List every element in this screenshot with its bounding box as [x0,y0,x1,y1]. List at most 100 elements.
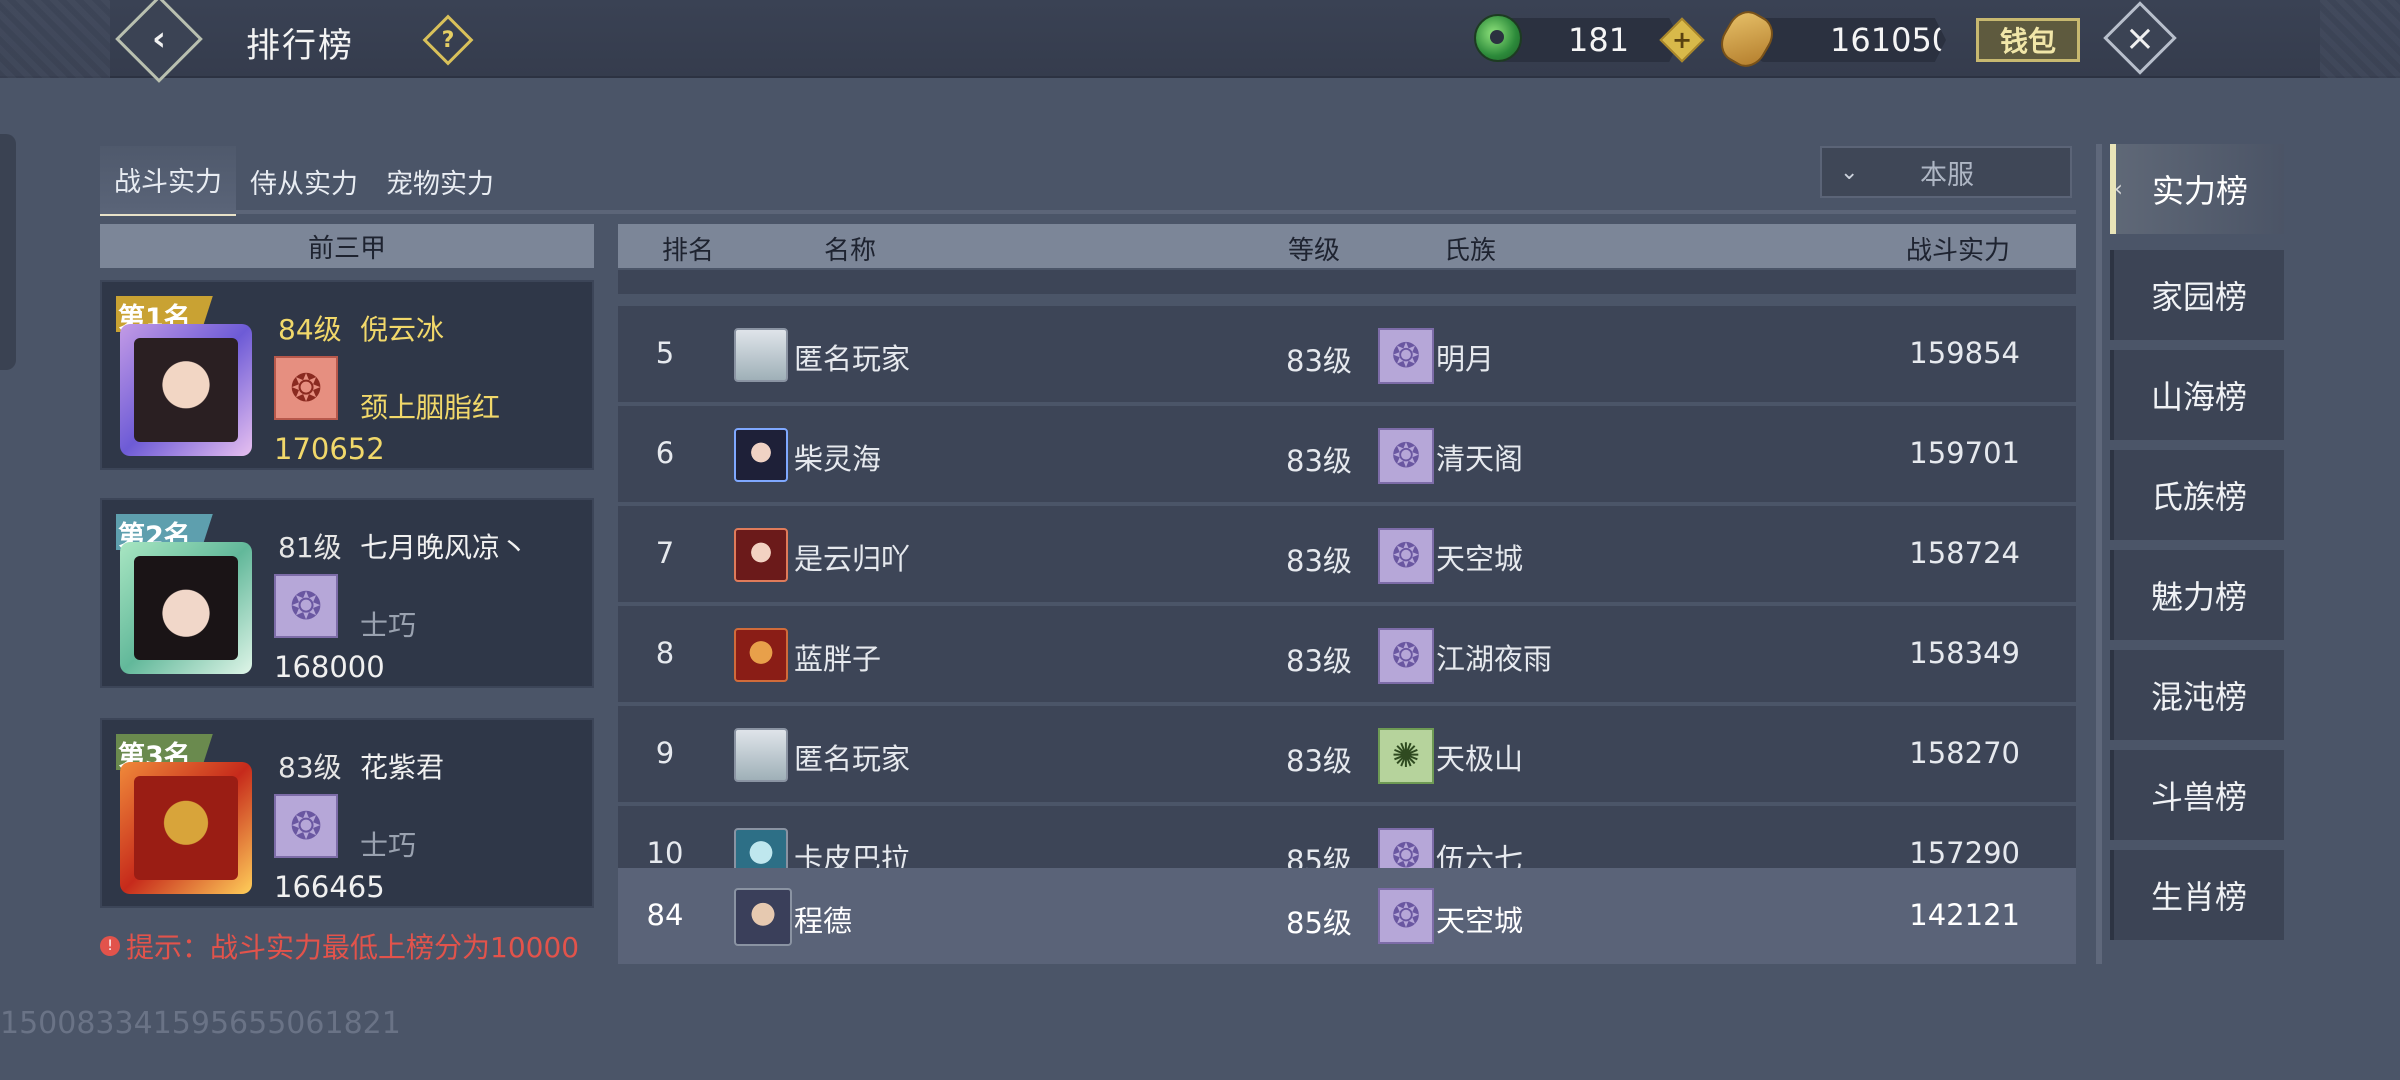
left-edge-handle[interactable] [0,134,16,370]
row-clan: 明月 [1436,342,1495,376]
table-row[interactable]: 7 是云归吖 83级 ❂ 天空城 158724 [618,506,2076,602]
row-power: 158724 [1909,536,2020,570]
decor-corner-left [0,0,110,78]
nav-charm-rank[interactable]: 魅力榜 [2110,550,2284,640]
tab-attendant-power[interactable]: 侍从实力 [236,146,372,216]
row-level: 83级 [1286,444,1352,478]
top3-card-3[interactable]: 第3名 83级 花紫君 ❂ 士巧 166465 [100,718,594,908]
table-row[interactable]: 5 匿名玩家 83级 ❂ 明月 159854 [618,306,2076,402]
row-rank: 5 [655,336,675,370]
ranking-list[interactable]: 5 匿名玩家 83级 ❂ 明月 159854 6 柴灵海 83级 ❂ 清天阁 1… [618,270,2076,868]
table-row[interactable]: 9 匿名玩家 83级 ✺ 天极山 158270 [618,706,2076,802]
coin-currency-box: 161050 [1760,18,1946,62]
avatar [120,324,252,456]
chevron-down-icon: ⌄ [1840,159,1859,185]
tip-text: 提示：战斗实力最低上榜分为10000 [126,931,580,964]
decor-corner-right [2320,0,2400,78]
nav-divider [2096,144,2102,964]
nav-zodiac-rank[interactable]: 生肖榜 [2110,850,2284,940]
anonymous-avatar-icon [734,728,788,782]
row-name: 柴灵海 [794,442,882,476]
player-level: 81级 [278,531,342,564]
row-clan: 天空城 [1436,904,1524,938]
row-rank: 10 [646,836,684,868]
combat-power: 168000 [274,650,385,684]
row-name: 匿名玩家 [794,342,911,376]
avatar [120,542,252,674]
nav-chaos-rank[interactable]: 混沌榜 [2110,650,2284,740]
row-rank: 6 [655,436,675,470]
category-tabs: 战斗实力 侍从实力 宠物实力 [100,146,508,216]
tab-combat-power[interactable]: 战斗实力 [100,146,236,216]
nav-home-rank[interactable]: 家园榜 [2110,250,2284,340]
clan-emblem-icon: ❂ [1378,628,1434,684]
avatar-face [134,556,238,660]
avatar [734,828,788,868]
row-power: 159854 [1909,336,2020,370]
col-rank: 排名 [662,236,715,266]
row-level: 83级 [1286,344,1352,378]
row-power: 142121 [1909,898,2020,932]
avatar-face [134,776,238,880]
clan-name: 颈上胭脂红 [360,391,501,424]
row-level: 85级 [1286,844,1352,868]
my-rank-row[interactable]: 84 程德 85级 ❂ 天空城 142121 [618,868,2076,964]
player-name: 七月晚风凉丶 [360,531,529,564]
combat-power: 170652 [274,432,385,466]
server-dropdown[interactable]: ⌄ 本服 [1820,146,2072,198]
table-header: 排名 名称 等级 氏族 战斗实力 [618,224,2076,268]
jade-currency-box: 181 [1500,18,1680,62]
col-power: 战斗实力 [1906,236,2011,266]
top3-card-2[interactable]: 第2名 81级 七月晚风凉丶 ❂ 士巧 168000 [100,498,594,688]
row-name: 匿名玩家 [794,742,911,776]
table-row[interactable]: 8 蓝胖子 83级 ❂ 江湖夜雨 158349 [618,606,2076,702]
player-name: 花紫君 [360,751,445,784]
clan-name: 士巧 [360,829,417,862]
nav-clan-rank[interactable]: 氏族榜 [2110,450,2284,540]
table-row[interactable]: 6 柴灵海 83级 ❂ 清天阁 159701 [618,406,2076,502]
row-name: 程德 [794,904,853,938]
col-name: 名称 [824,236,877,266]
player-id-watermark: 1500833415956550618​21 [0,1006,401,1041]
combat-power: 166465 [274,870,385,904]
row-power: 158349 [1909,636,2020,670]
avatar [734,888,792,946]
col-level: 等级 [1288,236,1341,266]
tab-pet-power[interactable]: 宠物实力 [372,146,508,216]
question-icon: ? [441,27,455,53]
avatar [734,528,788,582]
row-name: 卡皮巴拉 [794,842,911,868]
row-level: 85级 [1286,906,1352,940]
player-level: 84级 [278,313,342,346]
warning-icon: ! [100,936,120,956]
nav-mountain-sea-rank[interactable]: 山海榜 [2110,350,2284,440]
avatar [734,428,788,482]
back-arrow-icon: ‹ [151,19,166,59]
plus-icon: + [1671,26,1693,54]
clan-emblem-icon: ✺ [1378,728,1434,784]
server-dropdown-value: 本服 [1920,159,1974,191]
clan-emblem-icon: ❂ [274,574,338,638]
row-name: 蓝胖子 [794,642,882,676]
top3-card-1[interactable]: 第1名 84级 倪云冰 ❂ 颈上胭脂红 170652 [100,280,594,470]
clan-emblem-icon: ❂ [1378,328,1434,384]
row-clan: 天空城 [1436,542,1524,576]
wallet-button[interactable]: 钱包 [1976,18,2080,62]
avatar [120,762,252,894]
row-clan: 天极山 [1436,742,1524,776]
table-row[interactable]: 10 卡皮巴拉 85级 ❂ 伍六七 157290 [618,806,2076,868]
clan-emblem-icon: ❂ [1378,828,1434,868]
tabs-divider [100,210,2076,214]
row-clan: 江湖夜雨 [1436,642,1553,676]
row-rank: 7 [655,536,675,570]
player-level: 83级 [278,751,342,784]
row-rank: 9 [655,736,675,770]
row-clan: 清天阁 [1436,442,1524,476]
nav-strength-rank[interactable]: 实力榜 [2110,144,2284,234]
anonymous-avatar-icon [734,328,788,382]
row-level: 83级 [1286,744,1352,778]
row-level: 83级 [1286,644,1352,678]
table-row[interactable] [618,270,2076,294]
nav-beast-rank[interactable]: 斗兽榜 [2110,750,2284,840]
min-score-tip: ! 提示：战斗实力最低上榜分为10000 [100,926,579,966]
